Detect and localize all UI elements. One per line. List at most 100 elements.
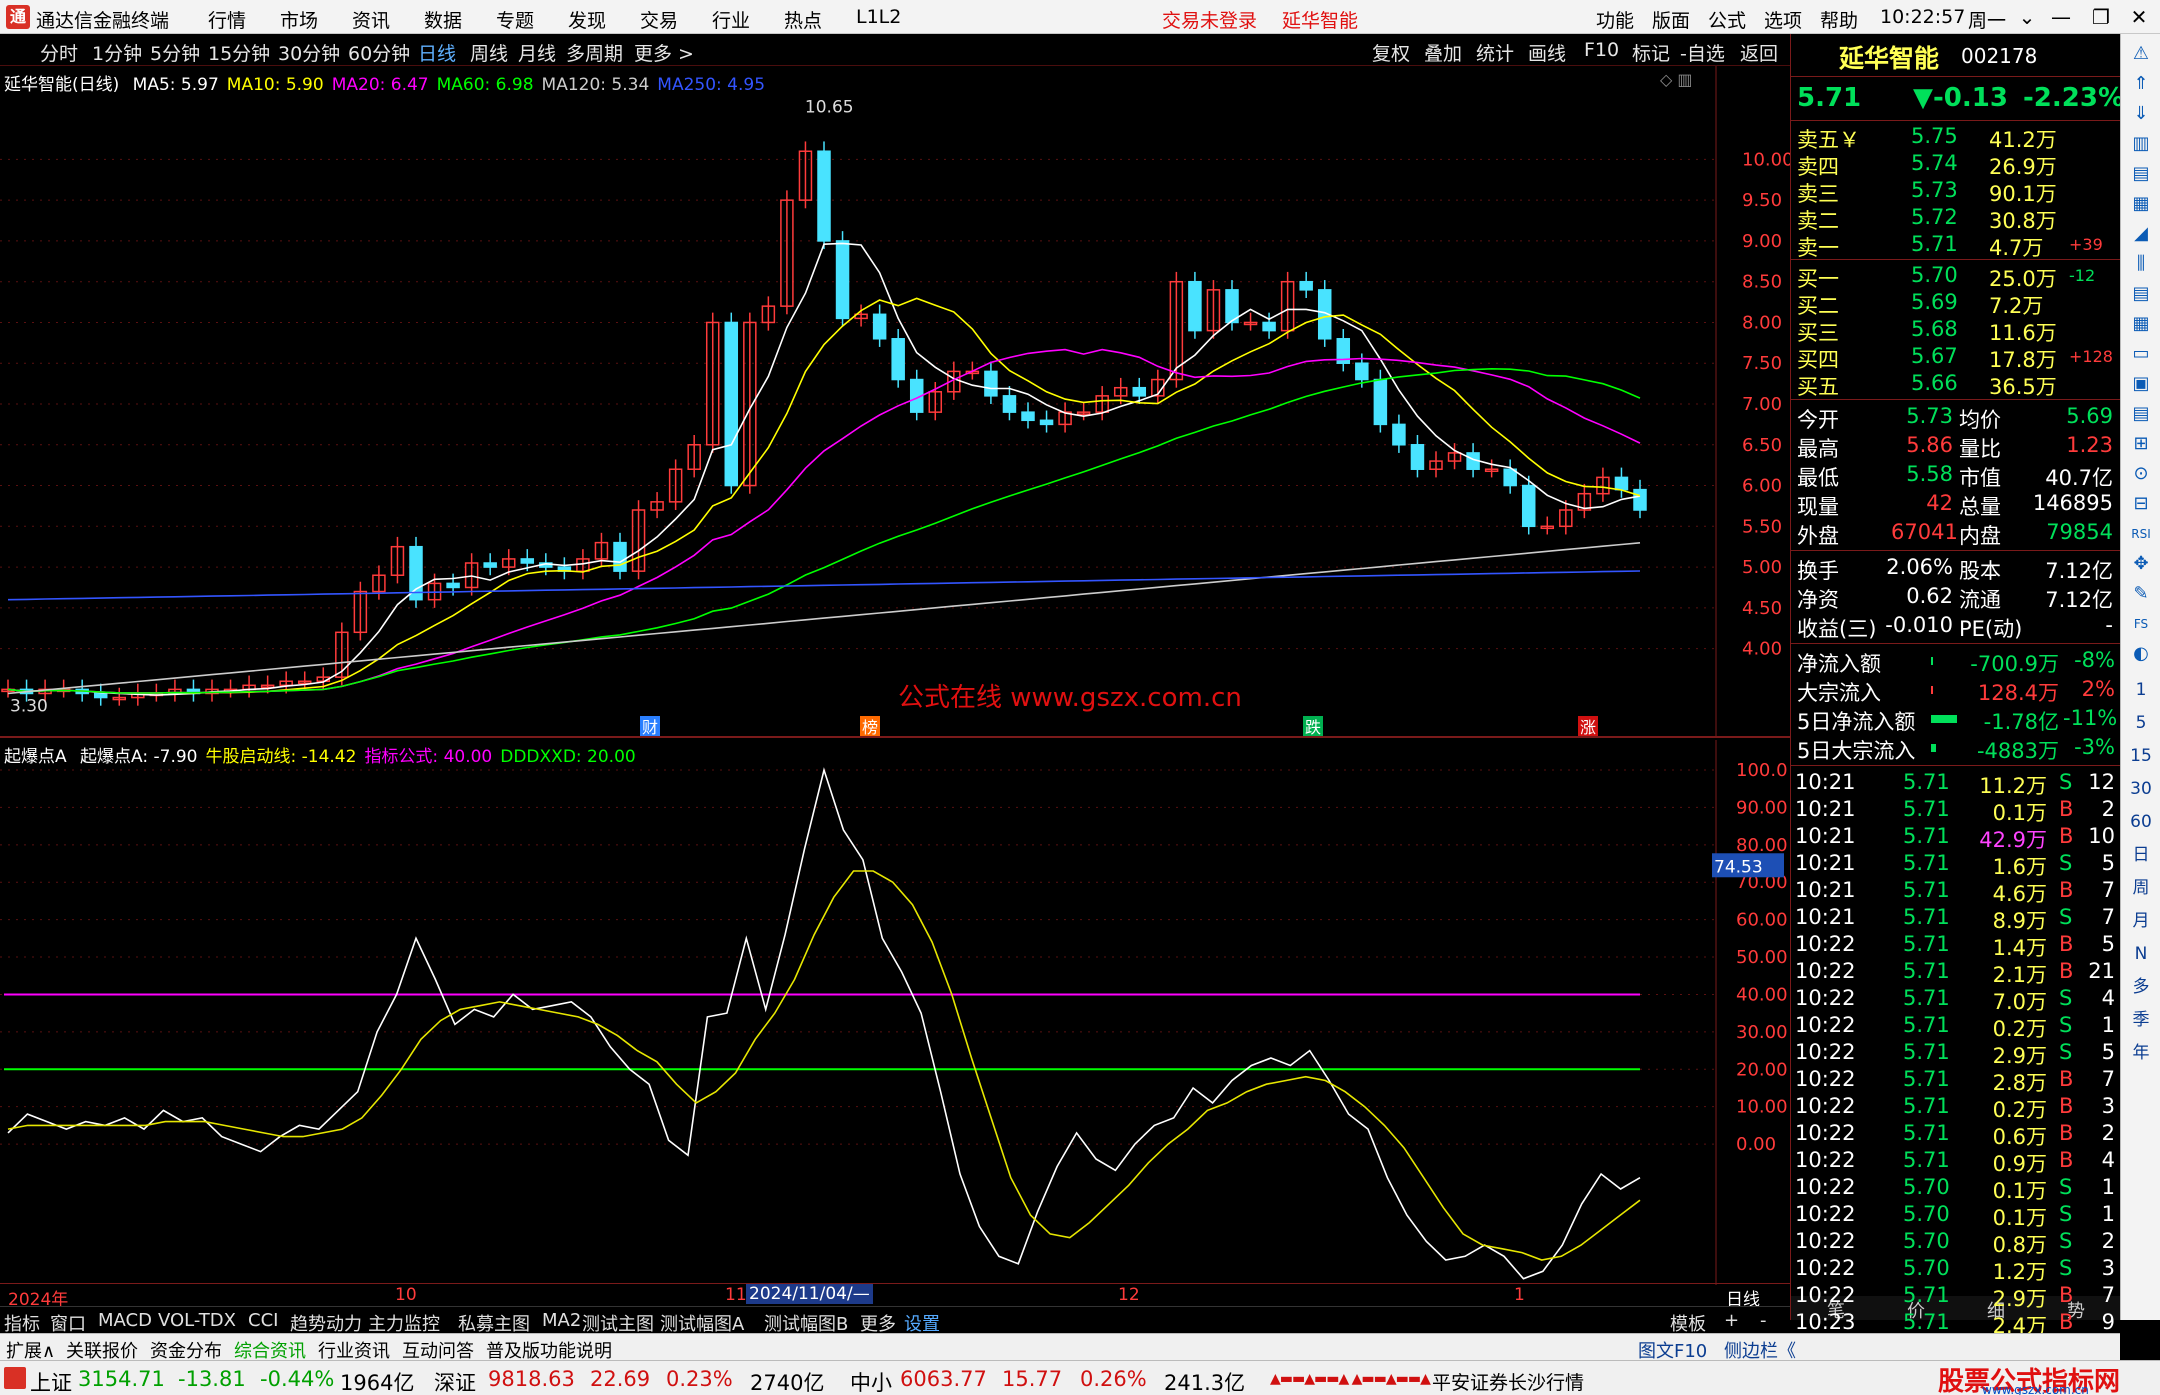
candle-body[interactable] — [1410, 444, 1425, 470]
candle-body[interactable] — [446, 582, 460, 589]
period-shortcut[interactable]: 15 — [2127, 742, 2155, 770]
index-sz-label[interactable]: 深证 — [434, 1367, 476, 1395]
menu-item-data[interactable]: 数据 — [424, 6, 462, 33]
period-shortcut[interactable]: N — [2127, 940, 2155, 968]
candle-body[interactable] — [1021, 411, 1035, 422]
target-icon[interactable]: ⊙ — [2127, 460, 2155, 488]
compare-icon[interactable]: ⊞ — [2127, 430, 2155, 458]
rsi-icon[interactable]: RSI — [2127, 520, 2155, 548]
candle-body[interactable] — [1614, 476, 1629, 491]
period-shortcut[interactable]: 多 — [2127, 973, 2155, 1001]
action-adjust-button[interactable]: 复权 — [1372, 39, 1410, 66]
candle-body[interactable] — [1002, 395, 1017, 413]
status-alert-icon[interactable] — [4, 1367, 26, 1389]
candle-body[interactable] — [1503, 468, 1517, 487]
menu-item-industry[interactable]: 行业 — [712, 6, 750, 33]
period-shortcut[interactable]: 月 — [2127, 907, 2155, 935]
trend-icon[interactable]: ◢ — [2127, 220, 2155, 248]
action-back-button[interactable]: 返回 — [1740, 39, 1778, 66]
candle-body[interactable] — [520, 558, 535, 564]
indicator-tab[interactable]: VOL-TDX — [158, 1310, 236, 1331]
menu-item-layout[interactable]: 版面 — [1652, 6, 1690, 33]
period-tab-weekly[interactable]: 周线 — [470, 39, 508, 66]
menu-item-news[interactable]: 资讯 — [352, 6, 390, 33]
action-watchlist-button[interactable]: -自选 — [1680, 39, 1725, 66]
bid-level[interactable]: 买二 5.69 7.2万 — [1791, 289, 2121, 318]
menu-item-function[interactable]: 功能 — [1596, 6, 1634, 33]
action-overlay-button[interactable]: 叠加 — [1424, 39, 1462, 66]
period-tab-intraday[interactable]: 分时 — [40, 39, 78, 66]
menu-item-topics[interactable]: 专题 — [496, 6, 534, 33]
template-control[interactable]: - — [1760, 1310, 1767, 1331]
candle-body[interactable] — [1262, 321, 1276, 332]
toggle-icon[interactable]: ◐ — [2127, 640, 2155, 668]
event-marker[interactable]: 涨 — [1578, 716, 1598, 737]
menu-item-options[interactable]: 选项 — [1764, 6, 1802, 33]
ask-level[interactable]: 卖五￥ 5.75 41.2万 — [1791, 123, 2121, 152]
report-icon[interactable]: ▣ — [2127, 370, 2155, 398]
period-tab-15min[interactable]: 15分钟 — [208, 39, 270, 66]
period-shortcut[interactable]: 年 — [2127, 1039, 2155, 1067]
menu-dropdown-icon[interactable]: ⌄ — [2010, 3, 2044, 31]
bid-level[interactable]: 买五 5.66 36.5万 — [1791, 370, 2121, 399]
down-arrow-icon[interactable]: ⇓ — [2127, 100, 2155, 128]
f10-icon[interactable]: ▭ — [2127, 340, 2155, 368]
table-icon[interactable]: ▦ — [2127, 190, 2155, 218]
period-tab-multi[interactable]: 多周期 — [566, 39, 623, 66]
broker-name[interactable]: 平安证券长沙行情 — [1432, 1368, 1584, 1395]
candle-body[interactable] — [984, 370, 998, 397]
candle-body[interactable] — [724, 321, 739, 487]
template-control[interactable]: + — [1724, 1310, 1739, 1331]
candlestick-chart[interactable]: 10.00 9.50 9.00 8.50 8.00 7.50 7.00 6.50 6.00 5.5… — [0, 66, 1790, 738]
candle-body[interactable] — [93, 692, 108, 699]
alert-icon[interactable]: ⚠ — [2127, 40, 2155, 68]
candle-body[interactable] — [1355, 362, 1369, 381]
event-marker[interactable]: 财 — [640, 716, 660, 737]
up-arrow-icon[interactable]: ⇑ — [2127, 70, 2155, 98]
period-shortcut[interactable]: 30 — [2127, 775, 2155, 803]
menu-item-help[interactable]: 帮助 — [1820, 6, 1858, 33]
period-shortcut[interactable]: 季 — [2127, 1006, 2155, 1034]
event-marker[interactable]: 榜 — [860, 716, 880, 737]
action-mark-button[interactable]: 标记 — [1632, 39, 1670, 66]
trade-login-status[interactable]: 交易未登录 — [1162, 6, 1257, 33]
restore-icon[interactable]: ❐ — [2084, 3, 2118, 31]
period-tab-30min[interactable]: 30分钟 — [278, 39, 340, 66]
menu-item-formula[interactable]: 公式 — [1708, 6, 1746, 33]
period-shortcut[interactable]: 周 — [2127, 874, 2155, 902]
period-tab-more[interactable]: 更多 > — [634, 39, 694, 66]
candle-body[interactable] — [483, 562, 497, 568]
menu-item-quotes[interactable]: 行情 — [208, 6, 246, 33]
board-icon[interactable]: ▤ — [2127, 400, 2155, 428]
menu-item-trade[interactable]: 交易 — [640, 6, 678, 33]
menu-item-l1l2[interactable]: L1L2 — [856, 6, 901, 28]
action-draw-button[interactable]: 画线 — [1528, 39, 1566, 66]
kline-icon[interactable]: ▤ — [2127, 160, 2155, 188]
ask-level[interactable]: 卖三 5.73 90.1万 — [1791, 177, 2121, 206]
candle-body[interactable] — [1299, 280, 1313, 291]
indicator-tab[interactable]: CCI — [248, 1310, 278, 1331]
period-tab-1min[interactable]: 1分钟 — [92, 39, 142, 66]
ask-level[interactable]: 卖一 5.71 4.7万 +39 — [1791, 231, 2121, 260]
index-sh-label[interactable]: 上证 — [30, 1367, 72, 1395]
menu-item-market[interactable]: 市场 — [280, 6, 318, 33]
period-shortcut[interactable]: 60 — [2127, 808, 2155, 836]
grid-icon[interactable]: ▦ — [2127, 310, 2155, 338]
candle-body[interactable] — [1039, 419, 1054, 426]
ask-level[interactable]: 卖四 5.74 26.9万 — [1791, 150, 2121, 179]
bar-icon[interactable]: ⫼ — [2127, 250, 2155, 278]
ask-level[interactable]: 卖二 5.72 30.8万 — [1791, 204, 2121, 233]
candle-body[interactable] — [1633, 488, 1647, 511]
period-tab-monthly[interactable]: 月线 — [518, 39, 556, 66]
minimize-icon[interactable]: — — [2044, 3, 2078, 31]
candle-body[interactable] — [891, 338, 905, 381]
indicator-chart[interactable]: 100.090.0080.0070.0060.0050.0040.0030.00… — [0, 740, 1790, 1285]
move-icon[interactable]: ✥ — [2127, 550, 2155, 578]
bid-level[interactable]: 买三 5.68 11.6万 — [1791, 316, 2121, 345]
period-tab-daily[interactable]: 日线 — [418, 39, 456, 66]
period-tab-5min[interactable]: 5分钟 — [150, 39, 200, 66]
candle-body[interactable] — [1521, 484, 1536, 528]
index-zx-label[interactable]: 中小 — [850, 1367, 892, 1395]
candle-body[interactable] — [1132, 386, 1147, 397]
minute-chart-icon[interactable]: ▥ — [2127, 130, 2155, 158]
